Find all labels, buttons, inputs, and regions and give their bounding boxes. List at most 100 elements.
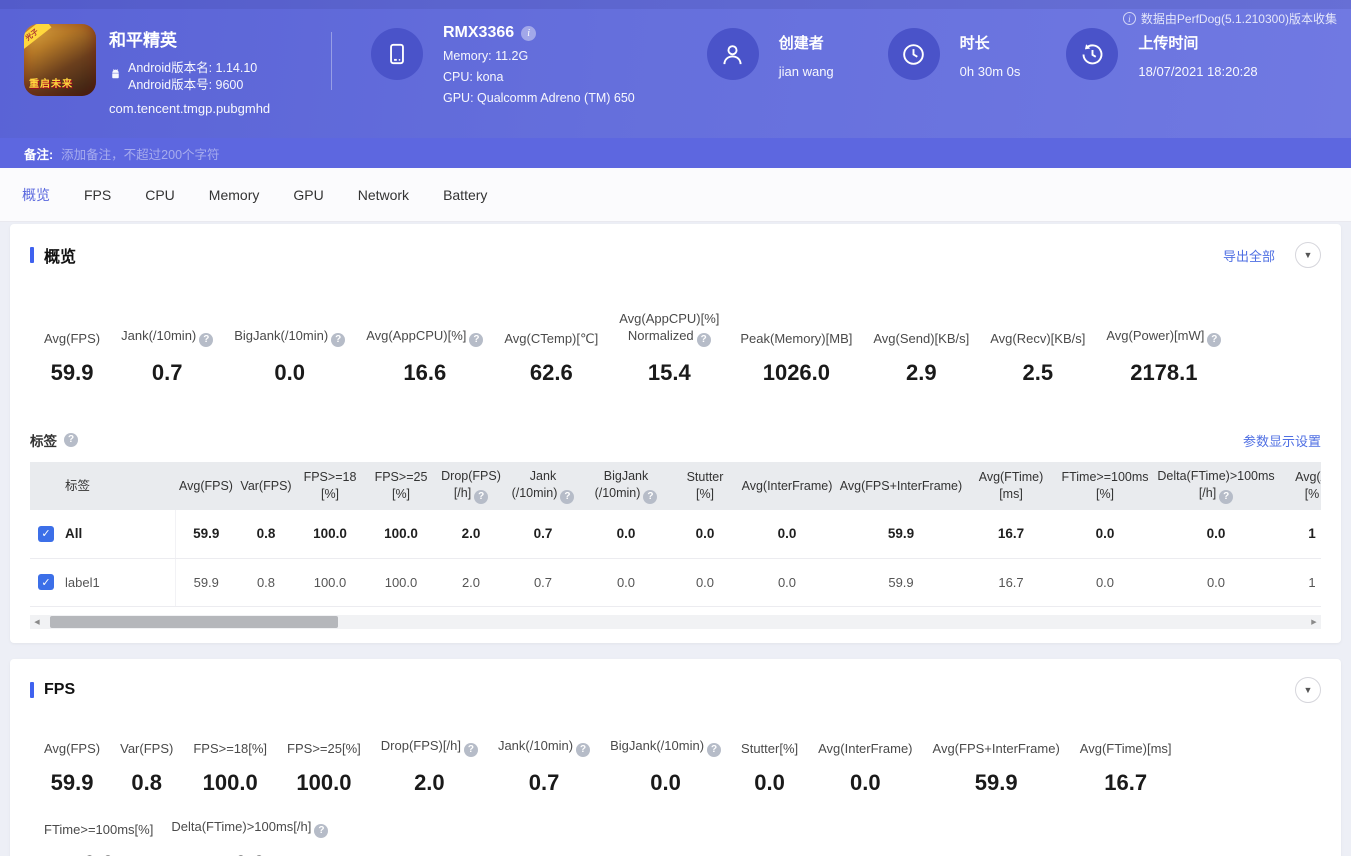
help-icon[interactable]: ? <box>469 333 483 347</box>
remark-input[interactable]: 添加备注，不超过200个字符 <box>61 144 219 163</box>
fps-metrics-row1: Avg(FPS)59.9Var(FPS)0.8FPS>=18[%]100.0FP… <box>30 737 1321 796</box>
table-row-all: ✓All59.90.8100.0100.02.00.70.00.00.059.9… <box>30 510 1321 558</box>
metric-label: Avg(AppCPU)[%]? <box>366 327 483 347</box>
metric-var-fps: Var(FPS)0.8 <box>120 740 173 796</box>
table-cell: 0.7 <box>505 558 581 606</box>
metric-value: 0.0 <box>171 851 328 856</box>
metric-label: BigJank(/10min)? <box>610 737 721 757</box>
metric-ftime-100ms: FTime>=100ms[%]0.0 <box>44 821 153 856</box>
overview-card: 概览 导出全部 ▼ Avg(FPS)59.9Jank(/10min)?0.7Bi… <box>10 224 1341 643</box>
metric-label: Avg(Send)[KB/s] <box>873 330 969 347</box>
col-var-fps: Var(FPS) <box>237 462 295 510</box>
fps-metrics-row2: FTime>=100ms[%]0.0Delta(FTime)>100ms[/h]… <box>30 818 1321 856</box>
upload-time-label: 上传时间 <box>1138 32 1257 53</box>
metric-label: Jank(/10min)? <box>121 327 213 347</box>
main-content: 概览 导出全部 ▼ Avg(FPS)59.9Jank(/10min)?0.7Bi… <box>0 222 1351 856</box>
help-icon[interactable]: ? <box>474 490 488 504</box>
row-checkbox[interactable]: ✓ <box>38 526 54 542</box>
metric-label: Avg(InterFrame) <box>818 740 912 757</box>
tab-cpu[interactable]: CPU <box>145 187 175 203</box>
metric-value: 59.9 <box>44 770 100 796</box>
tab-fps[interactable]: FPS <box>84 187 111 203</box>
scroll-left-arrow[interactable]: ◀ <box>30 618 44 626</box>
help-icon[interactable]: ? <box>464 743 478 757</box>
metric-label: FTime>=100ms[%] <box>44 821 153 838</box>
table-h-scrollbar[interactable]: ◀ ▶ <box>30 615 1321 629</box>
labels-title: 标签 <box>30 430 57 450</box>
help-icon[interactable]: ? <box>1219 490 1233 504</box>
param-display-settings-link[interactable]: 参数显示设置 <box>1243 431 1321 450</box>
app-version-name: Android版本名: 1.14.10 <box>128 61 257 75</box>
help-icon[interactable]: ? <box>314 824 328 838</box>
metric-jank-10min: Jank(/10min)?0.7 <box>121 327 213 386</box>
metric-label: FPS>=25[%] <box>287 740 361 757</box>
table-cell: 0.0 <box>739 558 835 606</box>
help-icon[interactable]: ? <box>697 333 711 347</box>
table-cell: 100.0 <box>295 510 365 558</box>
table-cell: 0.7 <box>505 510 581 558</box>
help-icon[interactable]: ? <box>64 433 78 447</box>
tab-overview[interactable]: 概览 <box>22 185 50 205</box>
device-cpu: CPU: kona <box>443 70 635 84</box>
labels-table: 标签Avg(FPS)Var(FPS)FPS>=18[%]FPS>=25[%]Dr… <box>30 462 1321 607</box>
help-icon[interactable]: ? <box>643 490 657 504</box>
metric-fps-25: FPS>=25[%] 100.0 <box>287 740 361 796</box>
help-icon[interactable]: ? <box>199 333 213 347</box>
tab-memory[interactable]: Memory <box>209 187 260 203</box>
col-avg-fps-interframe: Avg(FPS+InterFrame) <box>835 462 967 510</box>
device-info-icon[interactable]: i <box>521 26 536 41</box>
creator-value: jian wang <box>779 64 834 79</box>
scroll-right-arrow[interactable]: ▶ <box>1307 618 1321 626</box>
scroll-thumb[interactable] <box>50 616 338 628</box>
remark-bar[interactable]: 备注: 添加备注，不超过200个字符 <box>0 138 1351 168</box>
metric-avg-appcpu: Avg(AppCPU)[%]Normalized?15.4 <box>619 310 719 386</box>
metric-value: 62.6 <box>504 360 598 386</box>
metric-avg-ctemp: Avg(CTemp)[℃]62.6 <box>504 330 598 386</box>
tab-battery[interactable]: Battery <box>443 187 487 203</box>
table-cell: 100.0 <box>295 558 365 606</box>
help-icon[interactable]: ? <box>1207 333 1221 347</box>
table-cell: 0.0 <box>581 510 671 558</box>
android-icon <box>109 68 122 86</box>
table-cell: 59.9 <box>175 510 237 558</box>
row-label: All <box>65 526 82 541</box>
metric-value: 100.0 <box>287 770 361 796</box>
metric-jank-10min: Jank(/10min)?0.7 <box>498 737 590 796</box>
history-clock-icon <box>1066 28 1118 80</box>
upload-time-value: 18/07/2021 18:20:28 <box>1138 64 1257 79</box>
user-icon <box>707 28 759 80</box>
metric-value: 16.7 <box>1080 770 1172 796</box>
table-cell: 0.0 <box>1055 510 1155 558</box>
phone-icon <box>371 28 423 80</box>
fps-section-title: FPS <box>44 681 75 699</box>
table-cell: 0.0 <box>671 510 739 558</box>
col-jank: Jank(/10min)? <box>505 462 581 510</box>
tab-network[interactable]: Network <box>358 187 409 203</box>
metric-label: Jank(/10min)? <box>498 737 590 757</box>
row-checkbox[interactable]: ✓ <box>38 574 54 590</box>
overview-metrics: Avg(FPS)59.9Jank(/10min)?0.7BigJank(/10m… <box>30 310 1321 386</box>
col-fps-18: FPS>=18[%] <box>295 462 365 510</box>
metric-bigjank-10min: BigJank(/10min)?0.0 <box>234 327 345 386</box>
overview-collapse-button[interactable]: ▼ <box>1295 242 1321 268</box>
help-icon[interactable]: ? <box>576 743 590 757</box>
metric-label: Avg(FPS) <box>44 330 100 347</box>
table-cell: 0.0 <box>1055 558 1155 606</box>
duration-value: 0h 30m 0s <box>960 64 1021 79</box>
metric-label: Avg(Recv)[KB/s] <box>990 330 1085 347</box>
help-icon[interactable]: ? <box>707 743 721 757</box>
metric-label: Stutter[%] <box>741 740 798 757</box>
table-cell: 16.7 <box>967 510 1055 558</box>
table-cell: 0.0 <box>581 558 671 606</box>
metric-label: Drop(FPS)[/h]? <box>381 737 478 757</box>
table-cell: 2.0 <box>437 510 505 558</box>
fps-collapse-button[interactable]: ▼ <box>1295 677 1321 703</box>
help-icon[interactable]: ? <box>331 333 345 347</box>
overview-section-title: 概览 <box>44 243 76 267</box>
remark-label: 备注: <box>24 144 53 163</box>
metric-label: Var(FPS) <box>120 740 173 757</box>
metric-avg-power-mw: Avg(Power)[mW]?2178.1 <box>1106 327 1221 386</box>
help-icon[interactable]: ? <box>560 490 574 504</box>
tab-gpu[interactable]: GPU <box>293 187 323 203</box>
export-all-link[interactable]: 导出全部 <box>1223 246 1275 265</box>
